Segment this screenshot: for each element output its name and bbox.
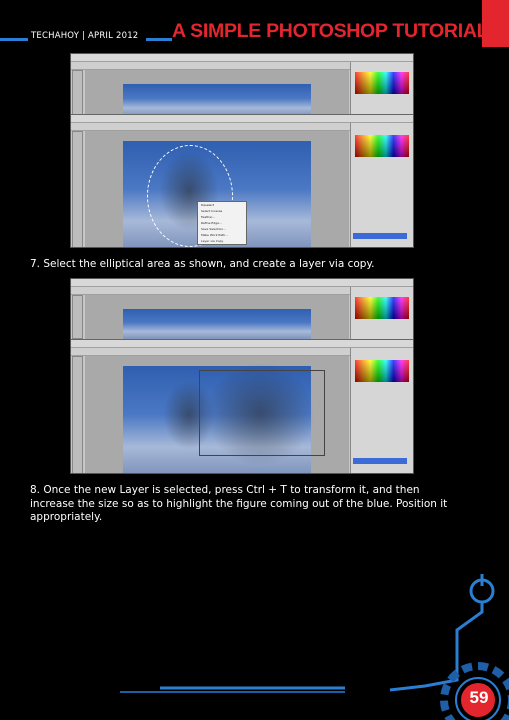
menu-bar xyxy=(71,279,413,287)
selected-layer xyxy=(353,458,407,464)
header-rule-left xyxy=(0,38,28,41)
menu-bar xyxy=(71,340,413,348)
ring-icon xyxy=(469,578,495,604)
swatches-shade xyxy=(355,72,409,94)
menu-bar xyxy=(71,115,413,123)
photoshop-window-top xyxy=(71,54,413,116)
page-number: 59 xyxy=(469,688,489,707)
toolbox xyxy=(72,70,83,116)
page-title: A SIMPLE PHOTOSHOP TUTORIAL xyxy=(172,20,489,42)
swatches-shade xyxy=(355,297,409,319)
swatches-shade xyxy=(355,360,409,382)
document-image xyxy=(123,309,311,339)
toolbox xyxy=(72,295,83,339)
photoshop-window-bottom: Deselect Select Inverse Feather... Refin… xyxy=(71,114,413,247)
selected-layer xyxy=(353,233,407,239)
screenshot-step-7: Deselect Select Inverse Feather... Refin… xyxy=(70,53,414,248)
context-menu: Deselect Select Inverse Feather... Refin… xyxy=(197,201,247,245)
photoshop-window-top xyxy=(71,279,413,339)
menu-item[interactable]: Layer via Copy xyxy=(198,238,246,244)
circuit-trace xyxy=(389,602,484,692)
issue-label: TECHAHOY | APRIL 2012 xyxy=(31,31,139,41)
toolbox xyxy=(72,356,83,473)
header-rule-middle xyxy=(146,38,172,41)
menu-bar xyxy=(71,54,413,62)
step-7-caption: 7. Select the elliptical area as shown, … xyxy=(30,258,375,270)
transform-bounding-box xyxy=(199,370,325,456)
document-image xyxy=(123,84,311,116)
swatches-shade xyxy=(355,135,409,157)
screenshot-step-8 xyxy=(70,278,414,474)
step-8-caption: 8. Once the new Layer is selected, press… xyxy=(30,484,448,523)
photoshop-window-bottom xyxy=(71,339,413,473)
red-corner-tab xyxy=(482,0,509,47)
toolbox xyxy=(72,131,83,247)
